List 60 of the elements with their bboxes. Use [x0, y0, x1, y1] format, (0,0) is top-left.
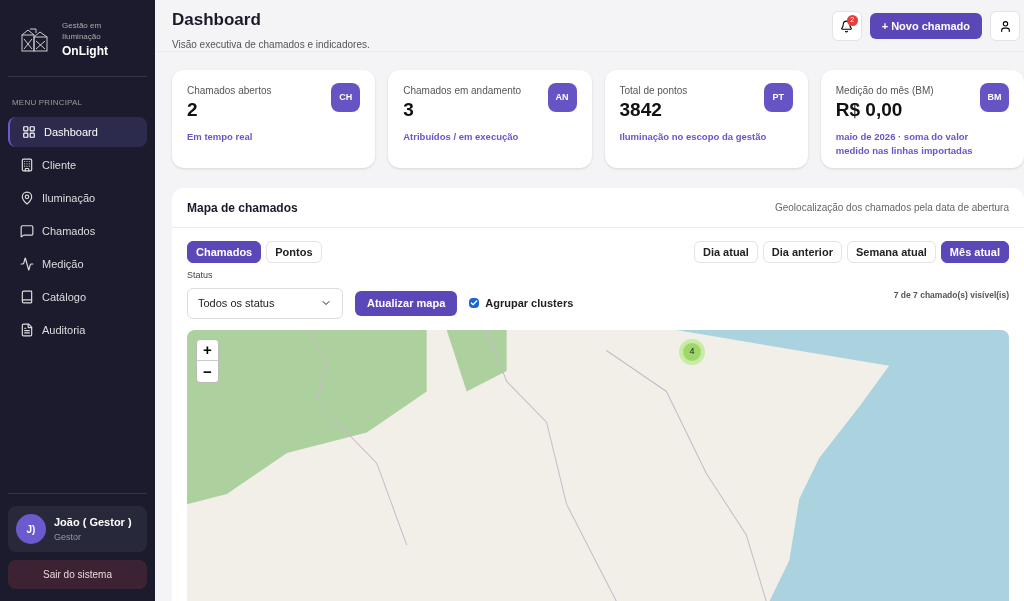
section-label: MENU PRINCIPAL [11, 97, 84, 109]
pulse-icon [20, 257, 34, 271]
building-sketch-icon [20, 25, 50, 55]
stat-note: maio de 2026 · soma do valor medido nas linhas importadas [835, 130, 974, 158]
nav-item[interactable]: Cliente [8, 150, 147, 180]
user-avatar: J) [16, 514, 46, 544]
user-role: Gestor [54, 530, 82, 544]
nav-item[interactable]: Catálogo [8, 282, 147, 312]
stat-label: Medição do mês (BM) [835, 84, 934, 98]
page-subtitle: Visão executiva de chamados e indicadores. [172, 37, 370, 52]
brand-name: OnLight [62, 43, 108, 60]
nav-item[interactable]: Medição [8, 249, 147, 279]
refresh-map-button[interactable]: Atualizar mapa [355, 290, 458, 316]
nav-item[interactable]: Chamados [8, 216, 147, 246]
visible-count: 7 de 7 chamado(s) visível(is) [893, 288, 1009, 302]
cluster-checkbox[interactable] [469, 298, 480, 308]
new-ticket-button[interactable]: + Novo chamado [869, 13, 982, 39]
page-title: Dashboard [172, 9, 262, 31]
period-tab[interactable]: Dia atual [693, 241, 758, 263]
stat-badge: AN [547, 83, 577, 112]
zoom-out-button[interactable]: − [197, 360, 218, 382]
user-name: João ( Gestor ) [54, 515, 132, 530]
user-icon [998, 19, 1012, 33]
stat-note: Iluminação no escopo da gestão [619, 130, 768, 144]
grid-icon [22, 125, 36, 139]
stat-value: 2 [187, 98, 199, 122]
stat-label: Chamados em andamento [403, 84, 522, 98]
document-icon [20, 323, 34, 337]
checkbox-label: Agrupar clusters [485, 295, 574, 311]
period-tab[interactable]: Dia anterior [762, 241, 842, 263]
layer-tab[interactable]: Chamados [187, 241, 262, 263]
nav-item[interactable]: Dashboard [8, 117, 147, 147]
nav-item[interactable]: Iluminação [8, 183, 147, 213]
stat-value: 3842 [619, 98, 663, 122]
stat-badge: BM [980, 83, 1009, 112]
map-pin-icon [20, 191, 34, 205]
period-tab[interactable]: Semana atual [846, 241, 936, 263]
period-tab[interactable]: Mês atual [940, 241, 1009, 263]
status-select[interactable]: Todos os status [187, 287, 343, 319]
building-icon [20, 158, 34, 172]
status-label: Status [186, 269, 214, 282]
brand-subtitle: Gestão em Iluminação [62, 20, 103, 42]
layer-tab[interactable]: Pontos [266, 241, 322, 263]
stat-value: R$ 0,00 [835, 98, 904, 122]
stat-badge: CH [331, 83, 361, 112]
book-icon [20, 290, 34, 304]
profile-button[interactable] [990, 11, 1020, 41]
chat-bubble-icon [20, 224, 34, 238]
logout-button[interactable]: Sair do sistema [8, 560, 147, 589]
stat-note: Atribuídos / em execução [403, 130, 520, 144]
stat-label: Total de pontos [619, 84, 688, 98]
bell-icon [840, 19, 854, 33]
stat-label: Chamados abertos [187, 84, 272, 98]
panel-description: Geolocalização dos chamados pela data de abertura [774, 201, 1009, 215]
zoom-in-button[interactable]: + [197, 339, 218, 361]
stat-value: 3 [403, 98, 415, 122]
nav-item[interactable]: Auditoria [8, 315, 147, 345]
panel-title: Mapa de chamados [187, 199, 298, 217]
stat-badge: PT [763, 83, 793, 112]
stat-note: Em tempo real [187, 130, 254, 144]
